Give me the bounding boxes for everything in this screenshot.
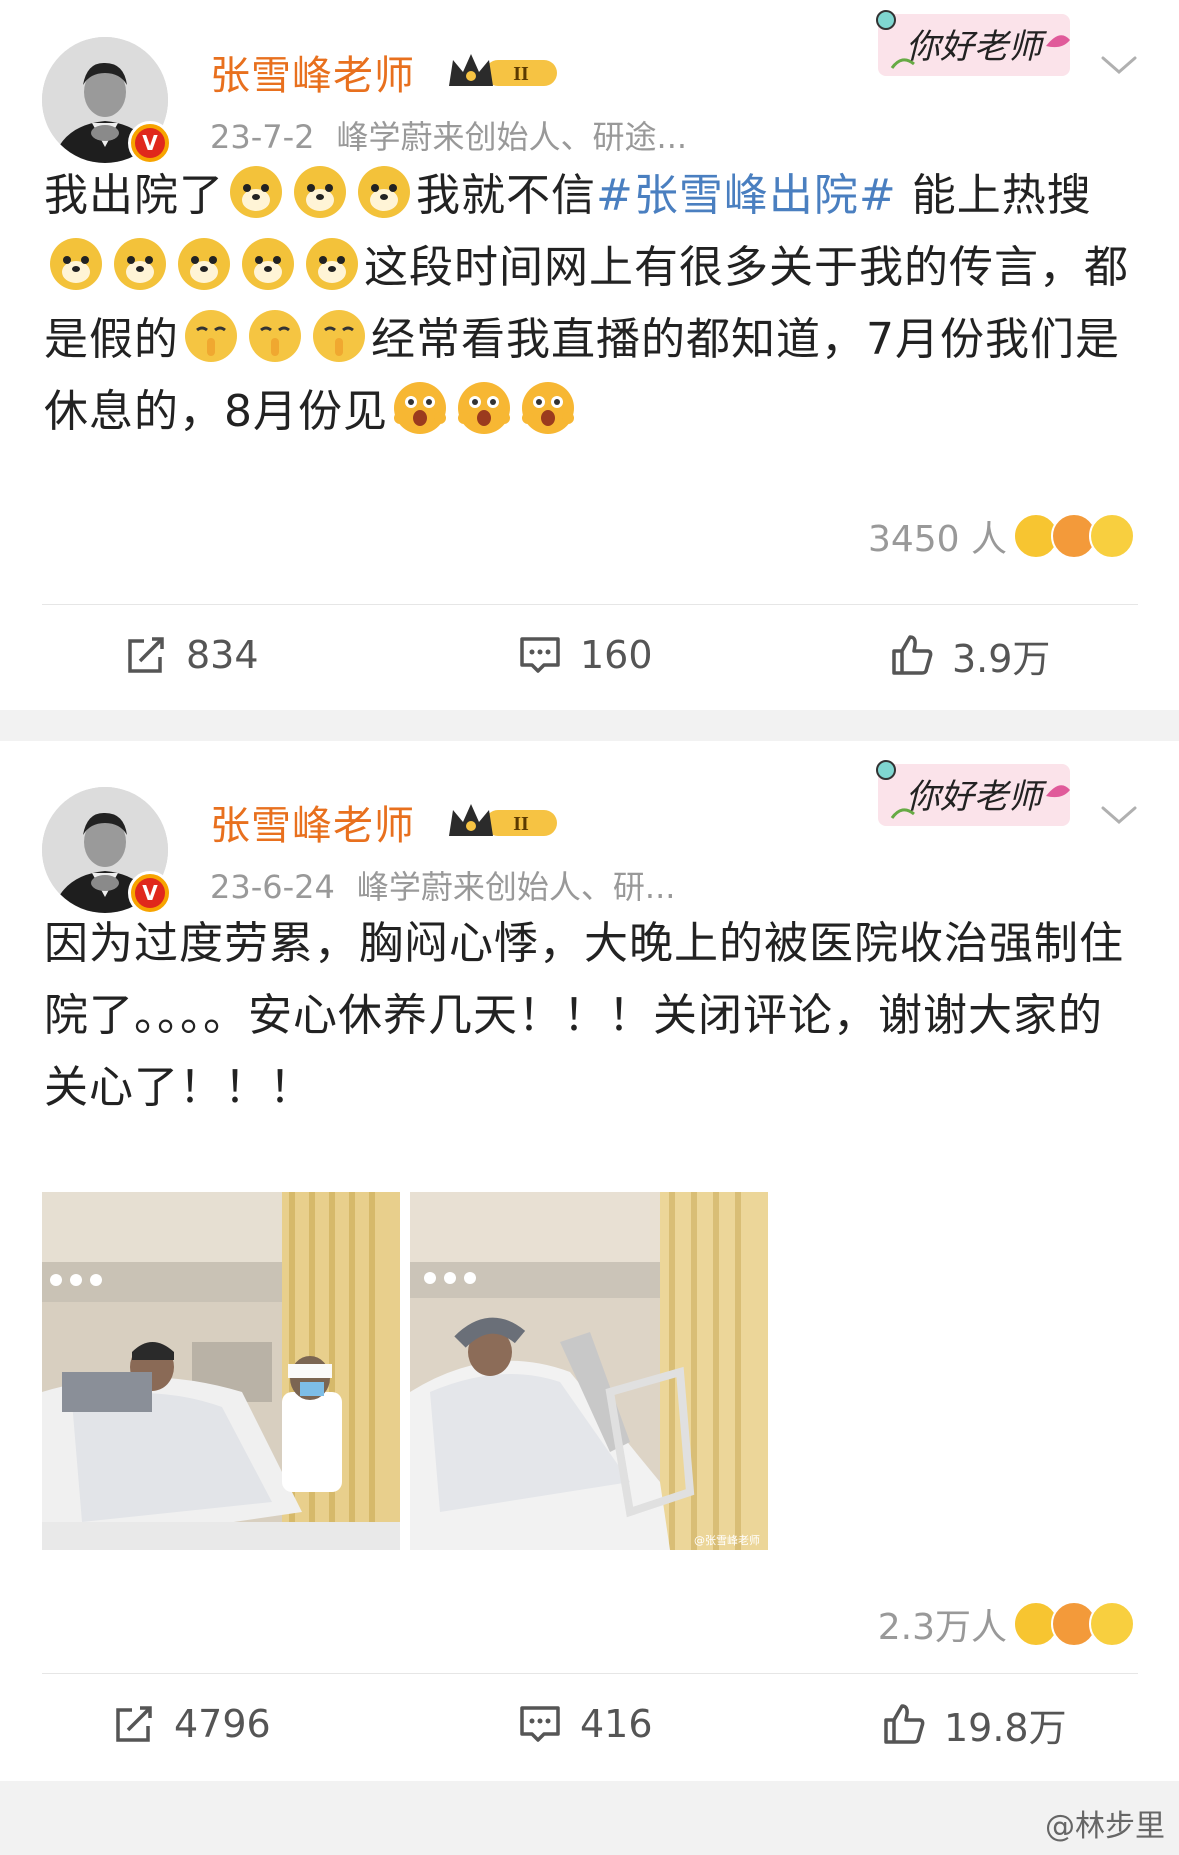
post-separator: [0, 710, 1179, 741]
shush-emoji: [313, 310, 365, 362]
like-count: 3.9万: [952, 636, 1051, 681]
sticker-text: 你好老师: [906, 27, 1047, 67]
doge-emoji: [50, 238, 102, 290]
reaction-faces: [1013, 513, 1135, 559]
doge-emoji: [242, 238, 294, 290]
shush-emoji: [249, 310, 301, 362]
divider: [42, 1673, 1138, 1674]
weibo-watermark: @林步里: [1045, 1809, 1165, 1844]
like-button[interactable]: 3.9万: [890, 610, 1050, 700]
shush-emoji: [185, 310, 237, 362]
divider: [42, 604, 1138, 605]
repost-icon: [128, 637, 164, 673]
sad-emoji: [1089, 1601, 1135, 1647]
text-part: 能上热搜: [896, 170, 1092, 221]
verified-v-icon: V: [128, 121, 172, 165]
weibo-post-1: V 张雪峰老师 II 23-7-2 峰学蔚来创始人、研途... 你好老师 我出院了…: [0, 0, 1179, 710]
doge-emoji: [178, 238, 230, 290]
wow-emoji: [1089, 513, 1135, 559]
chevron-down-icon[interactable]: [1097, 50, 1141, 80]
reaction-summary[interactable]: 3450 人: [868, 510, 1135, 562]
post-text: 因为过度劳累，胸闷心悸，大晚上的被医院收治强制住院了。。。。安心休养几天！！！关…: [44, 918, 1124, 1113]
weibo-post-2: V 张雪峰老师 II 23-6-24 峰学蔚来创始人、研... 你好老师 因为过度…: [0, 741, 1179, 1781]
text-part: 我出院了: [44, 170, 224, 221]
photo-watermark: @张雪峰老师: [694, 1534, 760, 1547]
comment-count: 416: [580, 1702, 653, 1746]
sticker-text: 你好老师: [906, 777, 1047, 817]
surprised-emoji: [394, 382, 446, 434]
hello-teacher-sticker: 你好老师: [876, 10, 1070, 76]
repost-icon: [116, 1706, 152, 1742]
surprised-emoji: [522, 382, 574, 434]
action-bar: 834 160 3.9万: [0, 610, 1179, 700]
reaction-count: 2.3万人: [877, 1607, 1007, 1648]
post-photo-2[interactable]: @张雪峰老师: [410, 1192, 768, 1550]
bottom-separator: @林步里: [0, 1781, 1179, 1855]
doge-emoji: [358, 166, 410, 218]
like-button[interactable]: 19.8万: [882, 1679, 1067, 1769]
comment-icon: [520, 637, 560, 673]
doge-emoji: [294, 166, 346, 218]
comment-count: 160: [580, 633, 653, 677]
post-text: 我出院了 我就不信#张雪峰出院# 能上热搜这段时间网上有很多关于我的传言，都是假的…: [44, 160, 1144, 448]
doge-emoji: [114, 238, 166, 290]
comment-button[interactable]: 416: [518, 1679, 653, 1769]
repost-count: 834: [186, 633, 259, 677]
chevron-down-icon[interactable]: [1097, 800, 1141, 830]
post-date: 23-7-2: [210, 118, 315, 156]
doge-emoji: [230, 166, 282, 218]
crown-badge-icon: II: [449, 804, 557, 836]
crown-badge-icon: II: [449, 54, 557, 86]
like-icon: [884, 1704, 925, 1744]
repost-button[interactable]: 834: [124, 610, 259, 700]
post-source: 峰学蔚来创始人、研...: [356, 868, 676, 906]
like-icon: [892, 635, 933, 675]
doge-emoji: [306, 238, 358, 290]
comment-button[interactable]: 160: [518, 610, 653, 700]
reaction-faces: [1013, 1601, 1135, 1647]
post-meta: 23-7-2 峰学蔚来创始人、研途...: [210, 112, 687, 158]
reaction-summary[interactable]: 2.3万人: [878, 1598, 1135, 1650]
surprised-emoji: [458, 382, 510, 434]
post-source: 峰学蔚来创始人、研途...: [336, 118, 688, 156]
action-bar: 4796 416 19.8万: [0, 1679, 1179, 1769]
repost-button[interactable]: 4796: [112, 1679, 271, 1769]
hashtag-link[interactable]: #张雪峰出院#: [596, 170, 897, 221]
repost-count: 4796: [174, 1702, 271, 1746]
reaction-count: 3450 人: [867, 519, 1007, 560]
post-date: 23-6-24: [210, 868, 335, 906]
comment-icon: [520, 1706, 560, 1742]
username[interactable]: 张雪峰老师: [210, 43, 415, 101]
hello-teacher-sticker: 你好老师: [876, 760, 1070, 826]
like-count: 19.8万: [944, 1705, 1067, 1750]
post-photo-1[interactable]: [42, 1192, 400, 1550]
svg-text:II: II: [513, 63, 529, 85]
text-part: 我就不信: [416, 170, 596, 221]
username[interactable]: 张雪峰老师: [210, 793, 415, 851]
post-meta: 23-6-24 峰学蔚来创始人、研...: [210, 862, 675, 908]
svg-text:II: II: [513, 813, 529, 835]
